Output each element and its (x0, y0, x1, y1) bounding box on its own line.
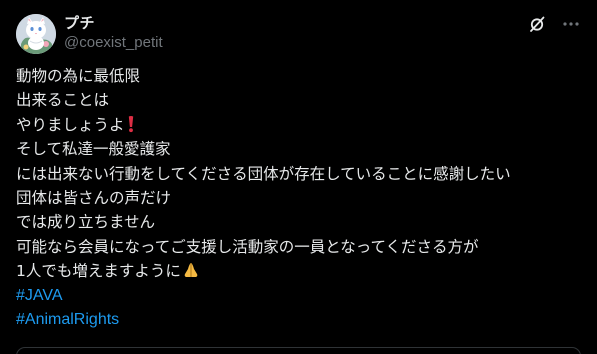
folded-hands-emoji-icon (182, 261, 200, 286)
post-line: 出来ることは (16, 91, 110, 110)
avatar[interactable] (16, 14, 56, 54)
author-names: プチ @coexist_petit (64, 13, 163, 53)
post-line-text: 1人でも増えますように (16, 262, 181, 281)
grok-icon (530, 16, 545, 32)
post-line: 可能なら会員になってご支援し活動家の一員となってくださる方が (16, 237, 479, 256)
post-line: そして私達一般愛護家 (16, 140, 171, 159)
post-line: 団体は皆さんの声だけ (16, 188, 172, 207)
author-handle[interactable]: @coexist_petit (64, 33, 163, 53)
hashtag-link[interactable]: #JAVA (16, 284, 586, 308)
hashtag-link[interactable]: #AnimalRights (16, 308, 586, 332)
post-line: には出来ない行動をしてくださる団体が存在していることに感謝したい (16, 164, 511, 183)
post-line: 動物の為に最低限 (16, 67, 141, 85)
post-header: プチ @coexist_petit (16, 12, 581, 54)
more-options-icon (563, 22, 579, 26)
post-line: では成り立ちません (16, 213, 156, 232)
header-actions (527, 12, 581, 36)
grok-button[interactable] (527, 14, 547, 34)
white-cat-avatar-icon (16, 14, 56, 54)
post-text: 動物の為に最低限 出来ることは やりましょうよ そして私達一般愛護家 には出来な… (16, 64, 586, 332)
post-card: プチ @coexist_petit 動物の為に最低限 出来ることは やりましょう… (0, 0, 597, 354)
post-line-text: やりましょうよ (16, 115, 125, 134)
post-line: 1人でも増えますように (16, 259, 586, 283)
post-line: やりましょうよ (16, 113, 586, 137)
media-card-edge (16, 347, 581, 354)
author-display-name[interactable]: プチ (64, 13, 163, 33)
more-options-button[interactable] (561, 14, 581, 34)
